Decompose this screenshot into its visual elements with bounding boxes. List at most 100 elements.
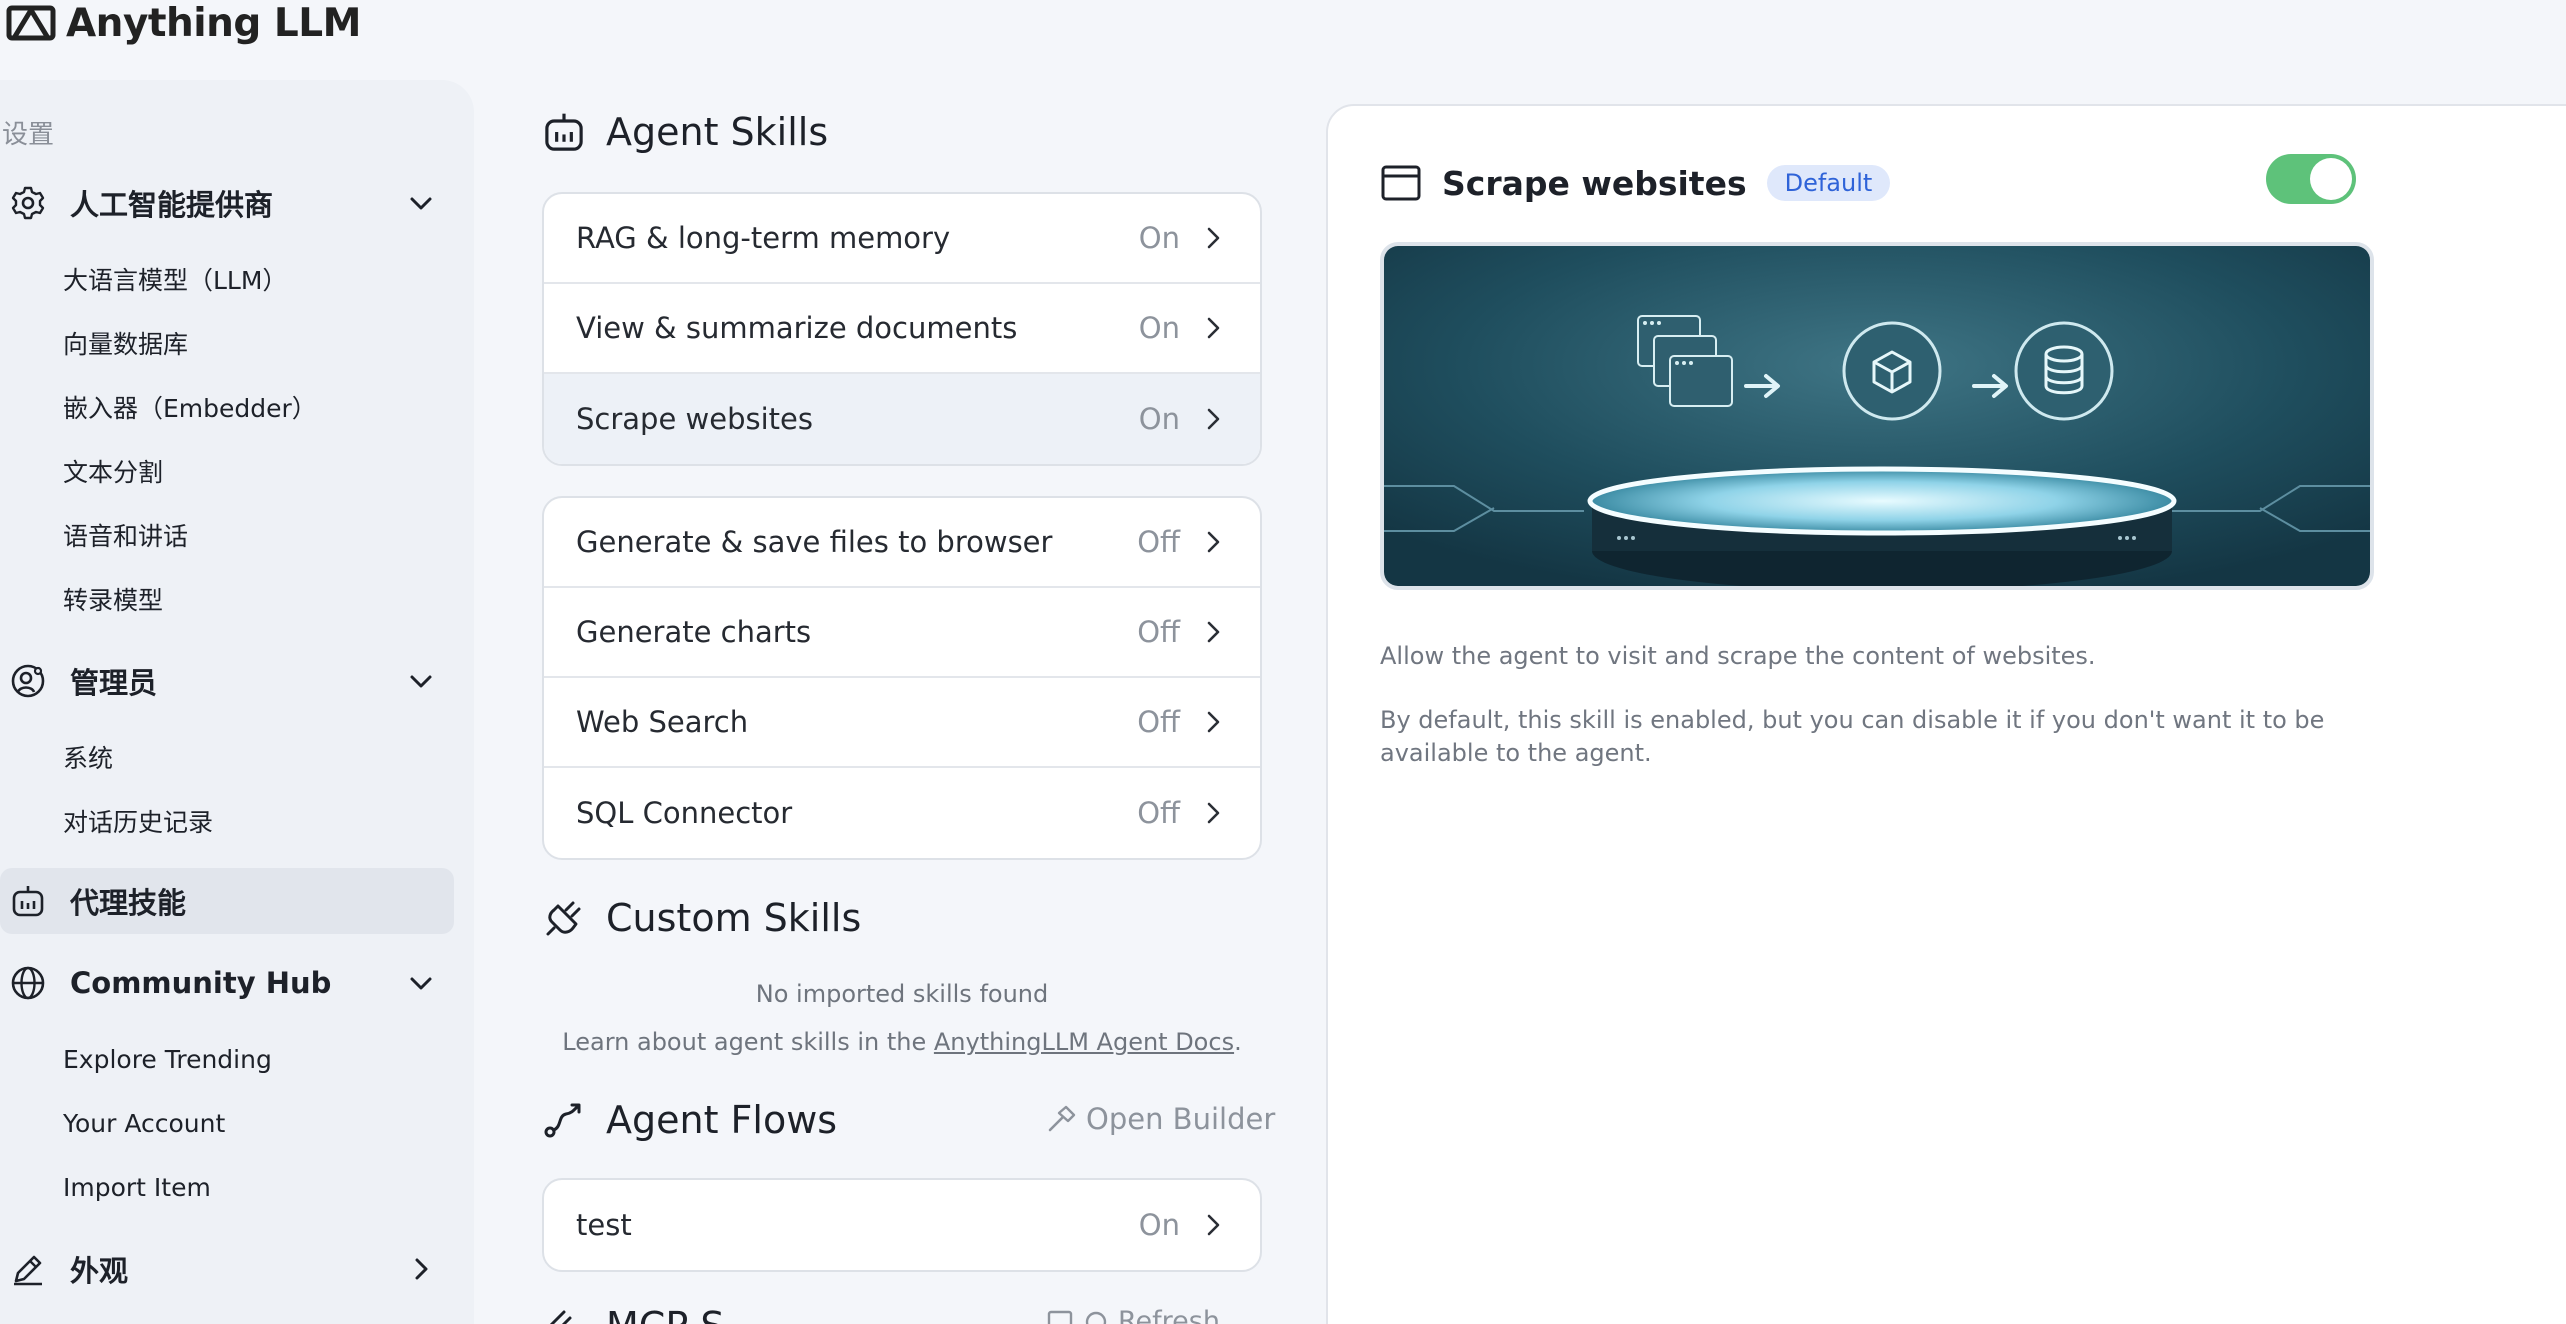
robot-icon <box>545 113 583 151</box>
chevron-right-icon <box>415 1258 428 1280</box>
sidebar-item-label: 人工智能提供商 <box>70 188 274 222</box>
mcp-servers-header: MCP S <box>542 1296 724 1324</box>
sidebar-subitem-system[interactable]: 系统 <box>63 737 113 777</box>
open-builder-label: Open Builder <box>1086 1102 1276 1136</box>
user-gear-icon <box>11 664 45 698</box>
sidebar-subitem-transcription[interactable]: 转录模型 <box>63 579 163 619</box>
sidebar-item-ai-providers[interactable]: 人工智能提供商 <box>0 170 454 236</box>
agent-docs-suffix: . <box>1234 1028 1242 1056</box>
chevron-down-icon <box>410 977 432 990</box>
hammer-icon <box>1048 1105 1076 1132</box>
browser-window-icon <box>1381 165 1421 201</box>
globe-icon <box>11 966 45 1000</box>
settings-label: 设置 <box>2 120 55 150</box>
skill-description: Allow the agent to visit and scrape the … <box>1380 642 2096 670</box>
sidebar-subitem-vector-db[interactable]: 向量数据库 <box>63 323 188 363</box>
skill-name: Web Search <box>576 705 749 739</box>
default-badge: Default <box>1766 165 1891 201</box>
sidebar-subitem-chat-history[interactable]: 对话历史记录 <box>63 801 213 841</box>
mcp-refresh-button[interactable]: Refresh <box>1046 1306 1220 1324</box>
flow-row-test[interactable]: test On <box>544 1180 1260 1270</box>
mcp-icon <box>549 1310 572 1324</box>
skill-row-generate-charts[interactable]: Generate charts Off <box>544 588 1260 678</box>
chevron-right-icon <box>1207 1214 1220 1236</box>
sidebar-item-community-hub[interactable]: Community Hub <box>0 950 454 1016</box>
sidebar-item-admin[interactable]: 管理员 <box>0 648 454 714</box>
gear-icon <box>11 186 45 220</box>
agent-skills-header: Agent Skills <box>542 102 828 162</box>
book-icon <box>1047 1310 1073 1324</box>
agent-flows-header: Agent Flows <box>542 1090 837 1150</box>
sidebar-item-appearance[interactable]: 外观 <box>0 1236 454 1302</box>
sidebar-subitem-voice-speech[interactable]: 语音和讲话 <box>63 515 188 555</box>
skill-state: Off <box>1137 796 1180 830</box>
sidebar-subitem-embedder[interactable]: 嵌入器（Embedder） <box>63 387 317 427</box>
skill-name: SQL Connector <box>576 796 793 830</box>
sidebar-subitem-explore-trending[interactable]: Explore Trending <box>63 1039 272 1079</box>
chevron-right-icon <box>1207 802 1220 824</box>
chevron-right-icon <box>1207 408 1220 430</box>
skill-state: Off <box>1137 705 1180 739</box>
pencil-icon <box>14 1255 42 1286</box>
flow-name: test <box>576 1208 632 1242</box>
skill-row-sql-connector[interactable]: SQL Connector Off <box>544 768 1260 858</box>
chevron-right-icon <box>1207 711 1220 733</box>
skill-enabled-toggle[interactable] <box>2266 154 2356 204</box>
open-builder-button[interactable]: Open Builder <box>1046 1098 1275 1140</box>
refresh-icon <box>1085 1311 1107 1324</box>
sidebar-subitem-text-splitter[interactable]: 文本分割 <box>63 451 163 491</box>
skill-default-note: By default, this skill is enabled, but y… <box>1380 706 2325 767</box>
skill-name: Generate & save files to browser <box>576 525 1053 559</box>
skill-row-web-search[interactable]: Web Search Off <box>544 678 1260 768</box>
configurable-skills-card: Generate & save files to browser Off Gen… <box>542 496 1262 860</box>
robot-icon <box>12 886 44 917</box>
plug-icon <box>546 901 581 936</box>
scrape-websites-illustration <box>1380 242 2374 590</box>
chevron-down-icon <box>410 675 432 688</box>
skill-state: On <box>1138 402 1180 436</box>
skill-detail-title: Scrape websites <box>1442 163 1747 203</box>
sidebar-subitem-your-account[interactable]: Your Account <box>63 1103 225 1143</box>
sidebar-item-agent-skills[interactable]: 代理技能 <box>0 868 454 934</box>
skill-detail-panel: Scrape websites Default Allow the agent … <box>1326 104 2566 1324</box>
skill-name: Generate charts <box>576 615 812 649</box>
skill-row-scrape-websites[interactable]: Scrape websites On <box>544 374 1260 464</box>
skill-state: Off <box>1137 525 1180 559</box>
default-skills-card: RAG & long-term memory On View & summari… <box>542 192 1262 466</box>
chevron-right-icon <box>1207 317 1220 339</box>
brand-logo: Anything LLM <box>6 0 361 46</box>
toggle-knob <box>2310 158 2352 200</box>
skill-state: On <box>1138 221 1180 255</box>
anything-llm-logo-icon <box>6 5 56 41</box>
skill-name: View & summarize documents <box>576 311 1018 345</box>
chevron-right-icon <box>1207 531 1220 553</box>
agent-flows-title: Agent Flows <box>606 1098 838 1142</box>
mcp-refresh-label: Refresh <box>1118 1306 1220 1324</box>
mcp-servers-title: MCP S <box>606 1304 724 1324</box>
sidebar-subitem-llm[interactable]: 大语言模型（LLM） <box>63 259 287 299</box>
skill-row-rag-memory[interactable]: RAG & long-term memory On <box>544 194 1260 284</box>
custom-skills-title: Custom Skills <box>606 896 862 940</box>
agent-flows-card: test On <box>542 1178 1262 1272</box>
flow-icon <box>544 1103 581 1138</box>
skill-name: RAG & long-term memory <box>576 221 951 255</box>
skill-state: Off <box>1137 615 1180 649</box>
skill-row-save-files[interactable]: Generate & save files to browser Off <box>544 498 1260 588</box>
sidebar-item-label: Community Hub <box>70 966 332 1000</box>
no-custom-skills-text: No imported skills found <box>755 980 1049 1008</box>
skill-row-summarize-docs[interactable]: View & summarize documents On <box>544 284 1260 374</box>
agent-skills-title: Agent Skills <box>606 110 829 154</box>
agent-docs-note: Learn about agent skills in the Anything… <box>542 1028 1262 1056</box>
brand-name: Anything LLM <box>66 0 361 46</box>
flow-state: On <box>1138 1208 1180 1242</box>
agent-docs-prefix: Learn about agent skills in the <box>562 1028 934 1056</box>
chevron-down-icon <box>410 197 432 210</box>
skill-detail-header: Scrape websites Default <box>1380 158 1891 208</box>
skill-state: On <box>1138 311 1180 345</box>
agent-docs-link[interactable]: AnythingLLM Agent Docs <box>934 1028 1234 1056</box>
chevron-right-icon <box>1207 227 1220 249</box>
sidebar-subitem-import-item[interactable]: Import Item <box>63 1167 211 1207</box>
chevron-right-icon <box>1207 621 1220 643</box>
sidebar-item-label: 外观 <box>70 1254 129 1288</box>
sidebar-item-label: 管理员 <box>70 666 158 700</box>
